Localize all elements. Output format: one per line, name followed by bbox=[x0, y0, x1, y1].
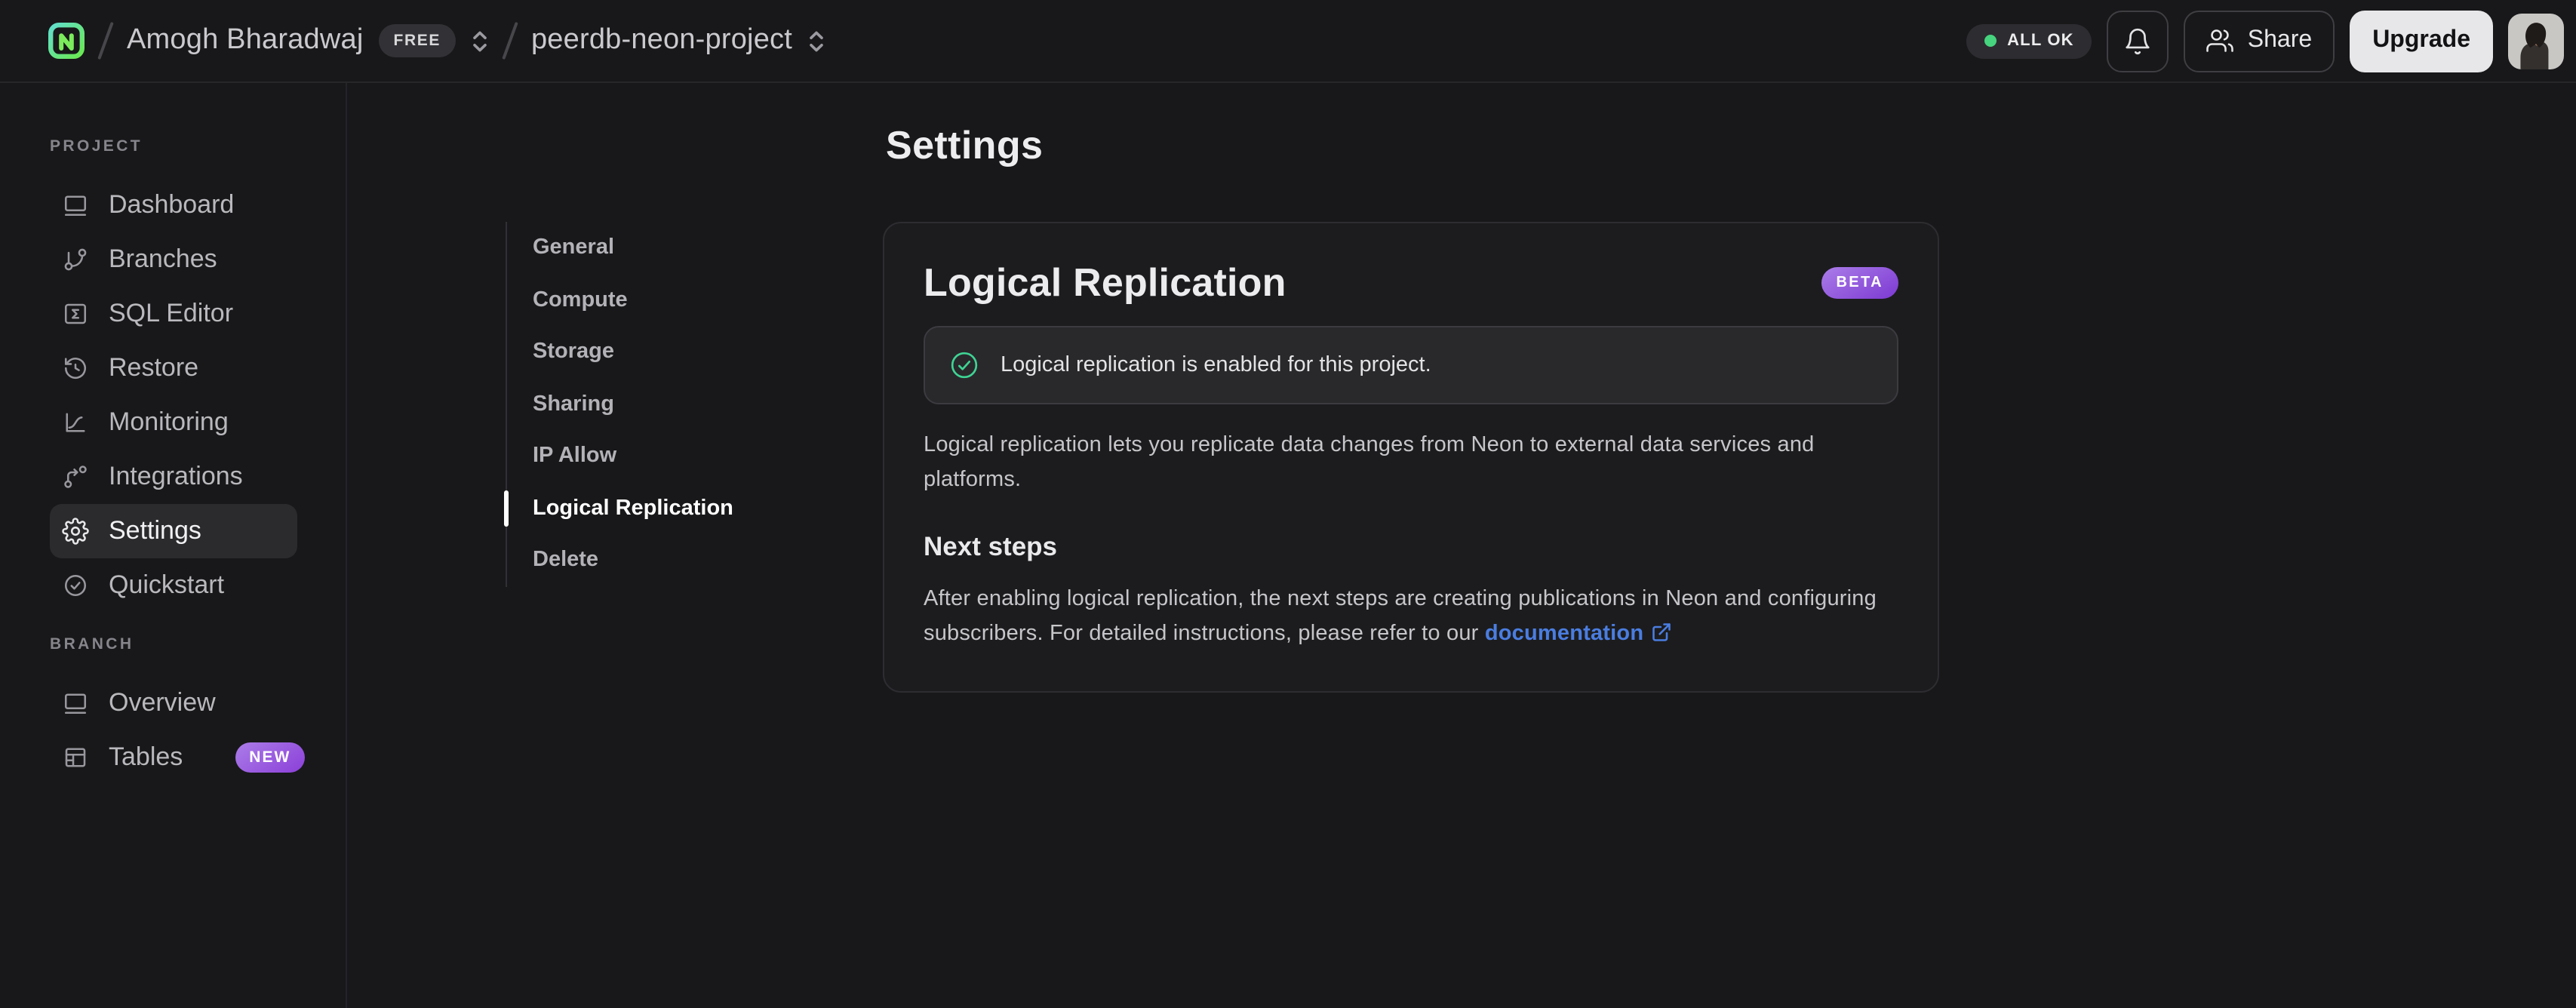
status-badge[interactable]: ALL OK bbox=[1966, 23, 2092, 58]
sidebar-item-label: SQL Editor bbox=[109, 299, 234, 327]
avatar[interactable] bbox=[2508, 13, 2564, 69]
chart-curve-icon bbox=[66, 413, 85, 432]
topbar: Amogh Bharadwaj FREE peerdb-neon-project… bbox=[0, 0, 2576, 83]
sql-editor-icon bbox=[64, 303, 87, 324]
chevron-updown-icon bbox=[473, 30, 487, 51]
sidebar-item-monitoring[interactable]: Monitoring bbox=[50, 395, 297, 450]
logical-replication-card: Logical Replication BETA Logical replica… bbox=[883, 222, 1939, 693]
sidebar: PROJECT Dashboard Branches SQL Editor Re… bbox=[0, 83, 347, 1008]
sidebar-item-overview[interactable]: Overview bbox=[50, 676, 297, 730]
sidebar-item-branches[interactable]: Branches bbox=[50, 232, 297, 287]
upgrade-button[interactable]: Upgrade bbox=[2350, 10, 2493, 72]
sidebar-item-label: Settings bbox=[109, 516, 201, 545]
check-circle-icon bbox=[64, 574, 87, 597]
breadcrumb: Amogh Bharadwaj FREE peerdb-neon-project bbox=[48, 21, 825, 60]
external-link-icon bbox=[1652, 623, 1671, 641]
notifications-button[interactable] bbox=[2107, 10, 2169, 72]
share-button[interactable]: Share bbox=[2184, 10, 2335, 72]
sidebar-item-label: Tables bbox=[109, 742, 183, 771]
bell-icon bbox=[2126, 27, 2150, 54]
banner-text: Logical replication is enabled for this … bbox=[1001, 353, 1431, 377]
settings-nav: General Compute Storage Sharing IP Allow… bbox=[504, 222, 759, 586]
sidebar-item-quickstart[interactable]: Quickstart bbox=[50, 558, 297, 613]
status-label: ALL OK bbox=[2007, 32, 2074, 50]
settings-nav-general[interactable]: General bbox=[507, 222, 759, 274]
sidebar-item-label: Branches bbox=[109, 244, 217, 273]
card-title: Logical Replication bbox=[924, 260, 1286, 305]
next-steps-body: After enabling logical replication, the … bbox=[924, 587, 1877, 646]
git-branch-icon bbox=[64, 248, 87, 271]
beta-badge: BETA bbox=[1821, 267, 1898, 299]
sidebar-section-branch: BRANCH bbox=[50, 635, 134, 653]
project-switcher[interactable]: peerdb-neon-project bbox=[531, 24, 825, 57]
main-content: Settings General Compute Storage Sharing… bbox=[347, 83, 2576, 1008]
documentation-link[interactable]: documentation bbox=[1485, 622, 1672, 646]
sidebar-item-label: Quickstart bbox=[109, 570, 225, 599]
sidebar-item-tables[interactable]: Tables NEW bbox=[50, 730, 305, 785]
users-icon bbox=[2207, 29, 2234, 52]
neon-logo-icon bbox=[48, 23, 85, 59]
success-banner: Logical replication is enabled for this … bbox=[924, 326, 1898, 404]
sidebar-item-integrations[interactable]: Integrations bbox=[50, 450, 297, 504]
check-circle-icon bbox=[951, 352, 978, 379]
share-label: Share bbox=[2247, 27, 2313, 53]
sidebar-item-dashboard[interactable]: Dashboard bbox=[50, 178, 297, 232]
page-title: Settings bbox=[886, 122, 1044, 167]
new-badge: NEW bbox=[235, 742, 305, 773]
settings-nav-logical-replication[interactable]: Logical Replication bbox=[504, 482, 759, 534]
avatar-photo bbox=[2508, 13, 2564, 69]
dashboard-icon bbox=[64, 195, 87, 217]
settings-nav-ip-allow[interactable]: IP Allow bbox=[507, 430, 759, 482]
sidebar-item-label: Overview bbox=[109, 688, 216, 717]
topbar-actions: ALL OK Share Upgrade bbox=[1966, 10, 2564, 72]
documentation-link-label: documentation bbox=[1484, 622, 1644, 646]
chevron-updown-icon bbox=[810, 30, 823, 51]
card-header: Logical Replication BETA bbox=[924, 260, 1898, 306]
table-icon bbox=[65, 748, 86, 767]
settings-nav-delete[interactable]: Delete bbox=[507, 534, 759, 586]
sidebar-item-label: Monitoring bbox=[109, 407, 229, 436]
breadcrumb-divider bbox=[502, 21, 518, 60]
account-switcher[interactable]: Amogh Bharadwaj FREE bbox=[127, 24, 489, 57]
gear-icon bbox=[62, 518, 89, 545]
integrations-flow-icon bbox=[64, 466, 87, 488]
history-clock-icon bbox=[64, 358, 86, 380]
settings-nav-storage[interactable]: Storage bbox=[507, 326, 759, 378]
next-steps-title: Next steps bbox=[924, 531, 1058, 561]
neon-console: Amogh Bharadwaj FREE peerdb-neon-project… bbox=[0, 0, 2576, 1008]
sidebar-item-label: Integrations bbox=[109, 462, 243, 490]
project-name: peerdb-neon-project bbox=[530, 24, 792, 56]
next-steps-text: After enabling logical replication, the … bbox=[924, 582, 1898, 652]
account-name: Amogh Bharadwaj bbox=[127, 24, 364, 56]
description-text: Logical replication lets you replicate d… bbox=[924, 433, 1815, 492]
settings-nav-sharing[interactable]: Sharing bbox=[507, 378, 759, 430]
sidebar-item-label: Dashboard bbox=[109, 190, 235, 219]
window-icon bbox=[64, 693, 87, 715]
breadcrumb-divider bbox=[97, 21, 114, 60]
neon-logo[interactable] bbox=[48, 23, 85, 59]
sidebar-item-restore[interactable]: Restore bbox=[50, 341, 297, 395]
sidebar-item-label: Restore bbox=[109, 353, 199, 382]
plan-badge: FREE bbox=[378, 24, 456, 57]
status-dot-icon bbox=[1984, 35, 1997, 47]
sidebar-item-settings[interactable]: Settings bbox=[50, 504, 297, 558]
settings-nav-compute[interactable]: Compute bbox=[507, 274, 759, 326]
sidebar-section-project: PROJECT bbox=[50, 137, 143, 155]
sidebar-item-sql-editor[interactable]: SQL Editor bbox=[50, 287, 297, 341]
